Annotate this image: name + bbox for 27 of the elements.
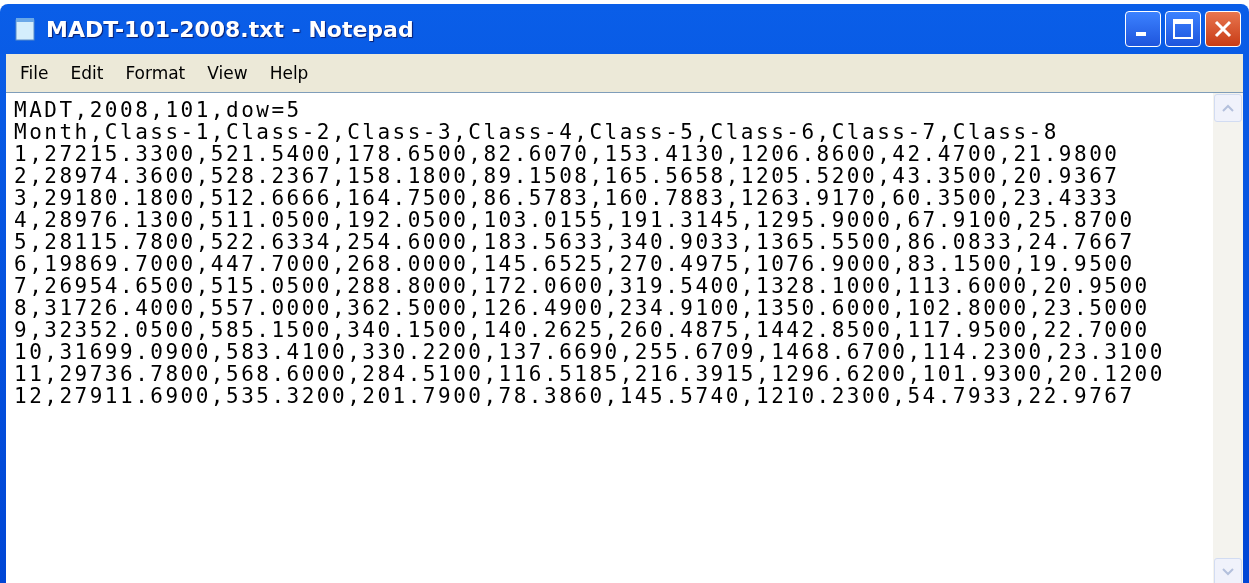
menu-item[interactable]: View	[197, 60, 258, 86]
text-line: 7,26954.6500,515.0500,288.8000,172.0600,319.5400,1328.1000,113.6000,20.9500	[14, 275, 1151, 297]
text-line: 8,31726.4000,557.0000,362.5000,126.4900,234.9100,1350.6000,102.8000,23.5000	[14, 297, 1151, 319]
text-line: 3,29180.1800,512.6666,164.7500,86.5783,160.7883,1263.9170,60.3500,23.4333	[14, 187, 1121, 209]
close-button[interactable]	[1205, 11, 1241, 47]
text-line: 6,19869.7000,447.7000,268.0000,145.6525,270.4975,1076.9000,83.1500,19.9500	[14, 253, 1136, 275]
maximize-icon	[1172, 18, 1194, 40]
text-line: 2,28974.3600,528.2367,158.1800,89.1508,165.5658,1205.5200,43.3500,20.9367	[14, 165, 1121, 187]
text-line: MADT,2008,101,dow=5	[14, 99, 303, 121]
menu-item[interactable]: Help	[259, 60, 319, 86]
text-line: 1,27215.3300,521.5400,178.6500,82.6070,153.4130,1206.8600,42.4700,21.9800	[14, 143, 1121, 165]
menu-item[interactable]: File	[10, 60, 59, 86]
menu-item[interactable]: Format	[115, 60, 196, 86]
text-line: 10,31699.0900,583.4100,330.2200,137.6690,255.6709,1468.6700,114.2300,23.3100	[14, 341, 1166, 363]
text-line: 11,29736.7800,568.6000,284.5100,116.5185,216.3915,1296.6200,101.9300,20.1200	[14, 363, 1166, 385]
text-line: 4,28976.1300,511.0500,192.0500,103.0155,191.3145,1295.9000,67.9100,25.8700	[14, 209, 1136, 231]
window-title: MADT-101-2008.txt - Notepad	[46, 16, 414, 42]
menu-item[interactable]: Edit	[60, 60, 114, 86]
notepad-icon	[14, 17, 36, 41]
text-line: 9,32352.0500,585.1500,340.1500,140.2625,260.4875,1442.8500,117.9500,22.7000	[14, 319, 1151, 341]
minimize-icon	[1136, 32, 1146, 36]
minimize-button[interactable]	[1125, 11, 1161, 47]
text-line: 12,27911.6900,535.3200,201.7900,78.3860,145.5740,1210.2300,54.7933,22.9767	[14, 385, 1136, 407]
text-line: 5,28115.7800,522.6334,254.6000,183.5633,340.9033,1365.5500,86.0833,24.7667	[14, 231, 1136, 253]
text-line: Month,Class-1,Class-2,Class-3,Class-4,Class-5,Class-6,Class-7,Class-8	[14, 121, 1060, 143]
close-icon	[1213, 19, 1233, 39]
maximize-button[interactable]	[1165, 11, 1201, 47]
